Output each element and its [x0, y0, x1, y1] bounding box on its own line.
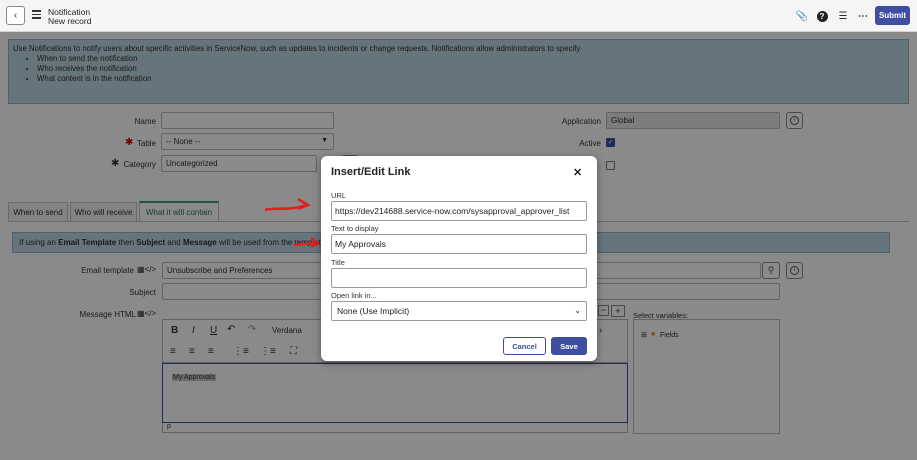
title-label: Title	[331, 258, 345, 267]
insert-edit-link-dialog: Insert/Edit Link ✕ URL https://dev214688…	[321, 156, 597, 361]
page-subtitle: New record	[48, 16, 92, 26]
text-to-display-field[interactable]: My Approvals	[331, 234, 587, 254]
attachment-icon[interactable]: 📎	[795, 9, 809, 23]
open-link-in-select[interactable]: None (Use Implicit) ⌄	[331, 301, 587, 321]
title-field[interactable]	[331, 268, 587, 288]
url-field[interactable]: https://dev214688.service-now.com/sysapp…	[331, 201, 587, 221]
save-button[interactable]: Save	[551, 337, 587, 355]
annotation-arrow	[264, 197, 311, 212]
back-button[interactable]: ‹	[6, 6, 25, 25]
help-icon[interactable]: ?	[815, 9, 829, 23]
dialog-title: Insert/Edit Link	[331, 166, 411, 178]
text-to-display-label: Text to display	[331, 224, 379, 233]
open-link-in-label: Open link in...	[331, 291, 377, 300]
close-icon[interactable]: ✕	[573, 166, 582, 179]
url-label: URL	[331, 191, 347, 200]
settings-sliders-icon[interactable]: ☰	[836, 9, 850, 23]
submit-button[interactable]: Submit	[875, 6, 910, 25]
open-link-in-value: None (Use Implicit)	[337, 306, 410, 316]
annotation-arrow	[293, 236, 321, 249]
form-header: ‹ Notification New record 📎 ? ☰ ⋯ Submit	[0, 0, 917, 32]
chevron-down-icon: ⌄	[574, 306, 581, 315]
context-menu-icon[interactable]	[32, 10, 41, 19]
cancel-button[interactable]: Cancel	[503, 337, 546, 355]
more-options-icon[interactable]: ⋯	[856, 9, 870, 23]
chevron-left-icon: ‹	[13, 10, 18, 21]
